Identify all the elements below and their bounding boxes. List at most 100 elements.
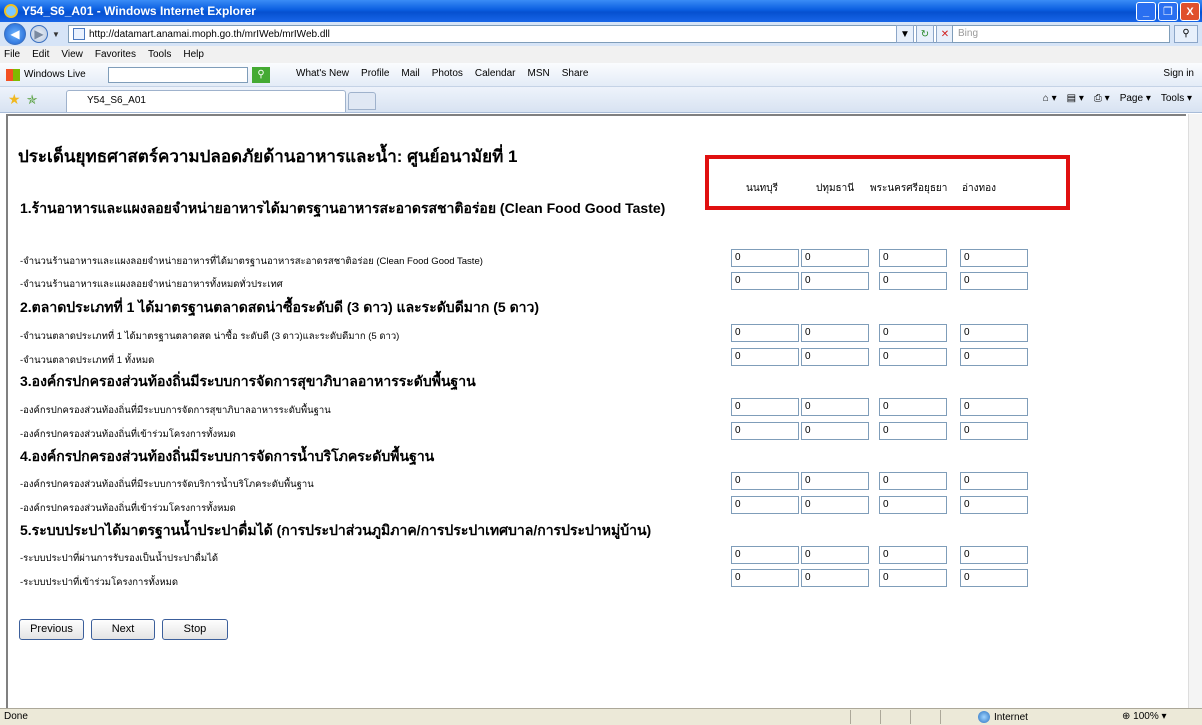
live-link-calendar[interactable]: Calendar: [475, 68, 516, 79]
address-bar: ◀ ▶ ▼ http://datamart.anamai.moph.go.th/…: [0, 22, 1202, 46]
value-input[interactable]: 0: [960, 546, 1028, 564]
value-input[interactable]: 0: [731, 496, 799, 514]
value-input[interactable]: 0: [801, 496, 869, 514]
value-input[interactable]: 0: [879, 422, 947, 440]
zoom-value: 100%: [1133, 711, 1159, 722]
live-search-input[interactable]: [108, 67, 248, 83]
value-input[interactable]: 0: [731, 249, 799, 267]
value-input[interactable]: 0: [960, 422, 1028, 440]
zoom-level[interactable]: ⊕ 100% ▾: [1122, 711, 1167, 722]
window-titlebar: Y54_S6_A01 - Windows Internet Explorer _…: [0, 0, 1202, 22]
windows-live-logo[interactable]: Windows Live: [6, 68, 86, 81]
value-input[interactable]: 0: [731, 348, 799, 366]
column-header-nonthaburi: นนทบุรี: [746, 183, 778, 194]
close-button[interactable]: X: [1180, 2, 1200, 21]
live-link-whats-new[interactable]: What's New: [296, 68, 349, 79]
value-input[interactable]: 0: [879, 249, 947, 267]
print-icon[interactable]: ⎙ ▾: [1094, 93, 1110, 104]
value-input[interactable]: 0: [801, 546, 869, 564]
menu-tools[interactable]: Tools: [148, 49, 171, 60]
value-input[interactable]: 0: [731, 422, 799, 440]
value-input[interactable]: 0: [960, 398, 1028, 416]
security-zone[interactable]: Internet: [978, 711, 1028, 723]
search-icon[interactable]: ⚲: [1174, 25, 1198, 43]
value-input[interactable]: 0: [879, 272, 947, 290]
value-input[interactable]: 0: [960, 348, 1028, 366]
value-input[interactable]: 0: [879, 496, 947, 514]
forward-button[interactable]: ▶: [30, 25, 48, 43]
value-input[interactable]: 0: [960, 272, 1028, 290]
value-input[interactable]: 0: [960, 324, 1028, 342]
history-dropdown-icon[interactable]: ▼: [52, 30, 60, 39]
live-link-share[interactable]: Share: [562, 68, 589, 79]
status-divider: [880, 710, 881, 724]
menu-favorites[interactable]: Favorites: [95, 49, 136, 60]
value-input[interactable]: 0: [960, 569, 1028, 587]
refresh-icon[interactable]: ↻: [916, 25, 934, 43]
value-input[interactable]: 0: [801, 324, 869, 342]
value-input[interactable]: 0: [879, 569, 947, 587]
minimize-button[interactable]: _: [1136, 2, 1156, 21]
value-input[interactable]: 0: [879, 546, 947, 564]
tools-menu[interactable]: Tools ▾: [1161, 93, 1192, 104]
url-input[interactable]: http://datamart.anamai.moph.go.th/mrIWeb…: [68, 25, 938, 43]
new-tab-button[interactable]: [348, 92, 376, 110]
security-zone-label: Internet: [994, 711, 1028, 723]
value-input[interactable]: 0: [879, 348, 947, 366]
value-input[interactable]: 0: [879, 398, 947, 416]
menu-file[interactable]: File: [4, 49, 20, 60]
value-input[interactable]: 0: [960, 472, 1028, 490]
live-link-msn[interactable]: MSN: [527, 68, 549, 79]
value-input[interactable]: 0: [879, 472, 947, 490]
value-input[interactable]: 0: [731, 472, 799, 490]
value-input[interactable]: 0: [801, 272, 869, 290]
live-link-photos[interactable]: Photos: [432, 68, 463, 79]
section-heading-1: 1.ร้านอาหารและแผงลอยจำหน่ายอาหารได้มาตรฐ…: [20, 200, 666, 216]
value-input[interactable]: 0: [801, 569, 869, 587]
row-label: -องค์กรปกครองส่วนท้องถิ่นที่เข้าร่วมโครง…: [20, 503, 236, 514]
value-input[interactable]: 0: [801, 398, 869, 416]
status-text: Done: [4, 711, 28, 722]
ie-logo-icon: [4, 4, 18, 18]
sign-in-link[interactable]: Sign in: [1163, 68, 1194, 79]
live-search-icon[interactable]: ⚲: [252, 67, 270, 83]
vertical-scrollbar[interactable]: [1188, 114, 1202, 708]
previous-button[interactable]: Previous: [19, 619, 84, 640]
url-dropdown-icon[interactable]: ▼: [896, 25, 914, 43]
tab-label: Y54_S6_A01: [87, 95, 146, 106]
value-input[interactable]: 0: [801, 348, 869, 366]
next-button[interactable]: Next: [91, 619, 155, 640]
windows-live-toolbar: Windows Live ⚲ What's New Profile Mail P…: [0, 63, 1202, 87]
back-button[interactable]: ◀: [4, 23, 26, 45]
search-input[interactable]: Bing: [952, 25, 1170, 43]
feeds-icon[interactable]: ▤ ▾: [1067, 93, 1084, 104]
value-input[interactable]: 0: [801, 249, 869, 267]
add-favorites-icon[interactable]: ✯: [27, 92, 38, 108]
status-divider: [910, 710, 911, 724]
value-input[interactable]: 0: [731, 546, 799, 564]
favorites-star-icon[interactable]: ★: [8, 91, 21, 108]
status-divider: [940, 710, 941, 724]
live-links: What's New Profile Mail Photos Calendar …: [296, 68, 588, 79]
menu-edit[interactable]: Edit: [32, 49, 49, 60]
value-input[interactable]: 0: [731, 272, 799, 290]
restore-button[interactable]: ❐: [1158, 2, 1178, 21]
live-link-mail[interactable]: Mail: [401, 68, 419, 79]
stop-button[interactable]: Stop: [162, 619, 228, 640]
menu-view[interactable]: View: [61, 49, 83, 60]
tab-current[interactable]: Y54_S6_A01: [66, 90, 346, 112]
value-input[interactable]: 0: [801, 422, 869, 440]
value-input[interactable]: 0: [731, 569, 799, 587]
live-link-profile[interactable]: Profile: [361, 68, 389, 79]
tab-bar: ★ ✯ Y54_S6_A01 ⌂ ▾ ▤ ▾ ⎙ ▾ Page ▾ Tools …: [0, 87, 1202, 113]
home-icon[interactable]: ⌂ ▾: [1043, 93, 1057, 104]
page-menu[interactable]: Page ▾: [1120, 93, 1151, 104]
value-input[interactable]: 0: [731, 324, 799, 342]
value-input[interactable]: 0: [801, 472, 869, 490]
value-input[interactable]: 0: [879, 324, 947, 342]
value-input[interactable]: 0: [960, 496, 1028, 514]
section-heading-2: 2.ตลาดประเภทที่ 1 ได้มาตรฐานตลาดสดน่าซื้…: [20, 299, 540, 315]
value-input[interactable]: 0: [731, 398, 799, 416]
menu-help[interactable]: Help: [183, 49, 204, 60]
value-input[interactable]: 0: [960, 249, 1028, 267]
